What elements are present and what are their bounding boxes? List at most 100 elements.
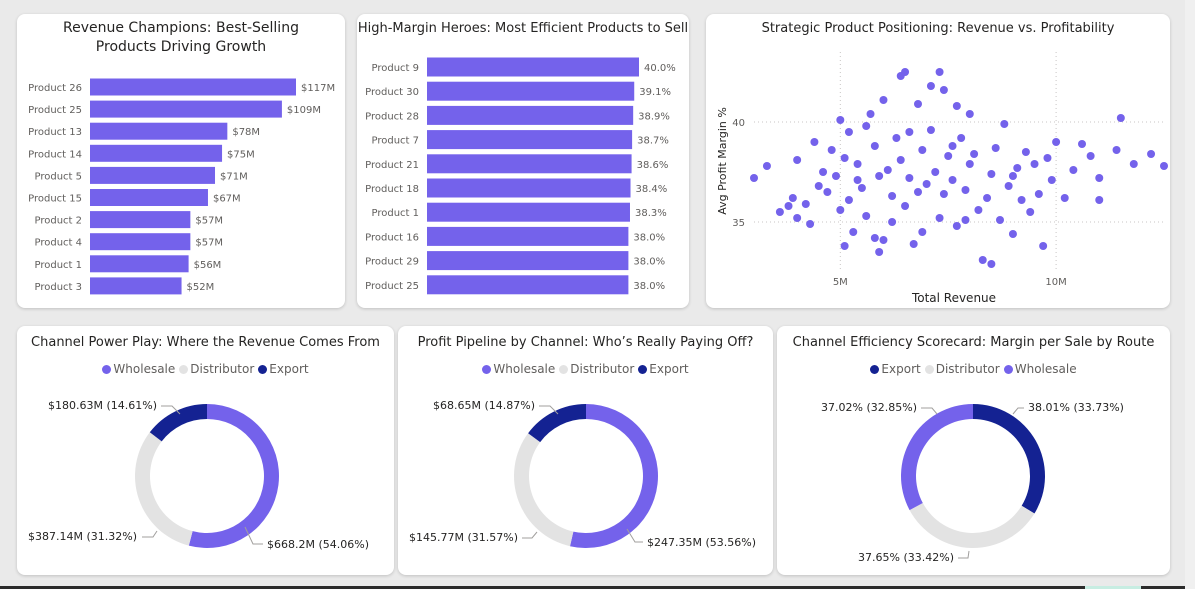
scatter-point[interactable] [784, 202, 793, 210]
scatter-point[interactable] [944, 152, 953, 160]
scatter-point[interactable] [823, 188, 832, 196]
scatter-point[interactable] [961, 216, 970, 224]
strategic-positioning-card[interactable]: Strategic Product Positioning: Revenue v… [706, 14, 1170, 308]
scatter-point[interactable] [918, 146, 927, 154]
scatter-point[interactable] [879, 96, 888, 104]
scatter-point[interactable] [844, 128, 853, 136]
scatter-point[interactable] [948, 142, 957, 150]
bar-product-29[interactable] [427, 251, 629, 271]
scatter-point[interactable] [1116, 114, 1125, 122]
scatter-point[interactable] [806, 220, 815, 228]
scatter-point[interactable] [1095, 174, 1104, 182]
scatter-point[interactable] [931, 168, 940, 176]
scatter-point[interactable] [875, 248, 884, 256]
scatter-point[interactable] [832, 172, 840, 180]
scatter-point[interactable] [853, 160, 862, 168]
scatter-point[interactable] [914, 188, 922, 196]
scatter-point[interactable] [1026, 208, 1035, 216]
scatter-point[interactable] [810, 138, 819, 146]
scatter-point[interactable] [926, 82, 935, 90]
bar-product-9[interactable] [427, 57, 639, 77]
donut-slice-distributor[interactable] [909, 503, 1035, 548]
scatter-point[interactable] [1039, 242, 1048, 250]
revenue-champions-card[interactable]: Revenue Champions: Best-Selling Products… [17, 14, 345, 308]
scatter-point[interactable] [1086, 152, 1095, 160]
scatter-point[interactable] [1013, 164, 1022, 172]
scatter-point[interactable] [1147, 150, 1156, 158]
donut-slice-export[interactable] [149, 404, 207, 442]
vertical-scrollbar[interactable] [1185, 0, 1195, 589]
scatter-point[interactable] [1060, 194, 1069, 202]
profit-pipeline-card[interactable]: Profit Pipeline by Channel: Who’s Really… [398, 326, 773, 575]
bar-product-1[interactable] [90, 255, 189, 273]
scatter-point[interactable] [1000, 120, 1009, 128]
bar-product-14[interactable] [90, 144, 223, 162]
bar-product-26[interactable] [90, 78, 296, 96]
scatter-point[interactable] [750, 174, 758, 182]
scatter-point[interactable] [866, 110, 875, 118]
scatter-point[interactable] [801, 200, 810, 208]
scatter-point[interactable] [793, 214, 802, 222]
scatter-point[interactable] [857, 184, 866, 192]
scatter-point[interactable] [922, 180, 931, 188]
bar-product-30[interactable] [427, 81, 635, 101]
scatter-point[interactable] [883, 166, 892, 174]
scatter-point[interactable] [983, 194, 992, 202]
scatter-point[interactable] [888, 192, 897, 200]
scatter-point[interactable] [896, 72, 905, 80]
scatter-point[interactable] [939, 86, 948, 94]
bar-product-28[interactable] [427, 105, 634, 125]
scatter-point[interactable] [987, 170, 996, 178]
scatter-point[interactable] [862, 212, 871, 220]
scatter-point[interactable] [1008, 230, 1017, 238]
scatter-point[interactable] [775, 208, 784, 216]
scatter-point[interactable] [996, 216, 1004, 224]
donut-slice-wholesale[interactable] [188, 404, 279, 548]
scatter-point[interactable] [1095, 196, 1104, 204]
scatter-point[interactable] [991, 144, 1000, 152]
scatter-point[interactable] [1052, 138, 1061, 146]
scatter-point[interactable] [1021, 148, 1030, 156]
scatter-point[interactable] [870, 142, 879, 150]
scatter-point[interactable] [840, 242, 849, 250]
high-margin-heroes-card[interactable]: High-Margin Heroes: Most Efficient Produ… [357, 14, 689, 308]
scatter-point[interactable] [1030, 160, 1039, 168]
scatter-point[interactable] [1069, 166, 1078, 174]
scatter-point[interactable] [957, 134, 966, 142]
scatter-point[interactable] [918, 228, 927, 236]
scatter-point[interactable] [1078, 140, 1086, 148]
scatter-point[interactable] [844, 196, 853, 204]
donut-slice-export[interactable] [528, 404, 586, 443]
scatter-point[interactable] [961, 186, 970, 194]
bar-product-16[interactable] [427, 226, 629, 246]
bar-product-7[interactable] [427, 130, 633, 150]
scatter-point[interactable] [1017, 196, 1026, 204]
bar-product-21[interactable] [427, 154, 632, 174]
scatter-point[interactable] [1043, 154, 1052, 162]
scatter-point[interactable] [970, 150, 979, 158]
donut-slice-distributor[interactable] [135, 432, 193, 546]
scatter-point[interactable] [827, 146, 836, 154]
scatter-point[interactable] [965, 110, 974, 118]
scatter-point[interactable] [819, 168, 828, 176]
donut-slice-export[interactable] [973, 404, 1045, 514]
scatter-point[interactable] [862, 122, 871, 130]
bar-product-2[interactable] [90, 211, 191, 229]
bar-product-3[interactable] [90, 277, 182, 295]
bar-product-13[interactable] [90, 122, 228, 140]
scatter-point[interactable] [1160, 162, 1168, 170]
scatter-point[interactable] [1008, 172, 1017, 180]
scatter-point[interactable] [901, 202, 910, 210]
scatter-point[interactable] [914, 100, 922, 108]
scatter-point[interactable] [952, 222, 961, 230]
scatter-point[interactable] [1112, 146, 1121, 154]
scatter-point[interactable] [849, 228, 858, 236]
scatter-point[interactable] [926, 126, 935, 134]
donut-slice-wholesale[interactable] [901, 404, 973, 511]
scatter-point[interactable] [1004, 182, 1013, 190]
scatter-point[interactable] [952, 102, 961, 110]
bar-product-25[interactable] [90, 100, 282, 118]
scatter-point[interactable] [836, 206, 845, 214]
bar-product-25[interactable] [427, 275, 629, 295]
scatter-point[interactable] [892, 134, 901, 142]
